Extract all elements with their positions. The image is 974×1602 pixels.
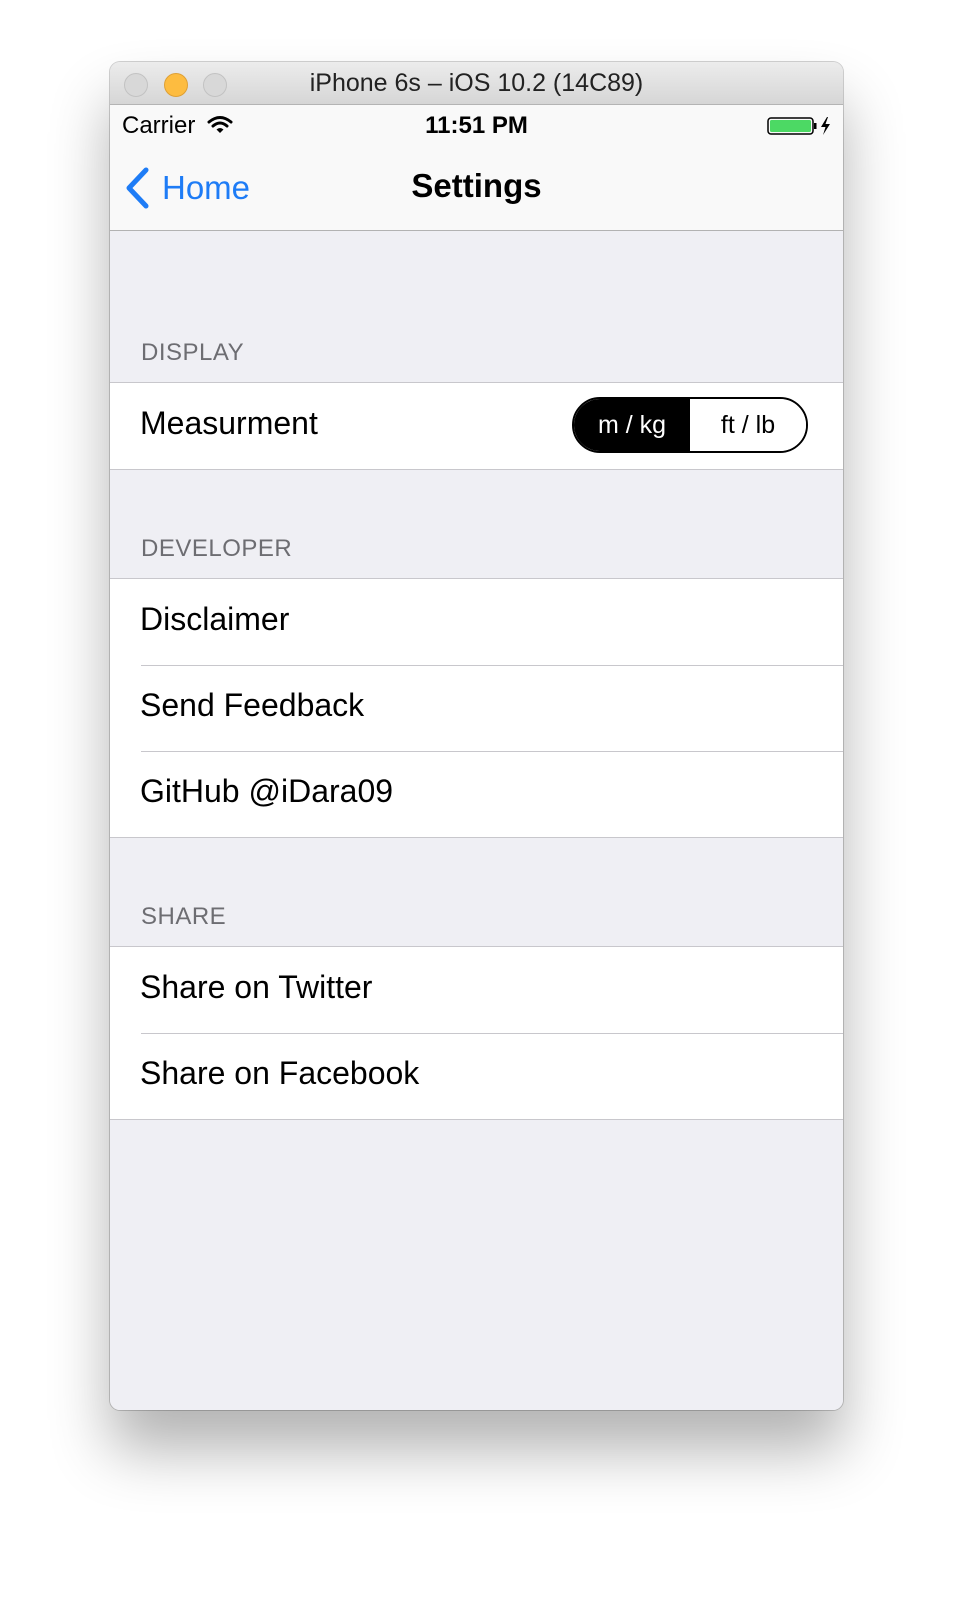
section-header-display: DISPLAY (141, 339, 245, 366)
segment-metric[interactable]: m / kg (574, 399, 690, 451)
section-header-developer: DEVELOPER (141, 535, 293, 562)
share-twitter-cell[interactable]: Share on Twitter (110, 947, 843, 1033)
segment-imperial[interactable]: ft / lb (690, 399, 806, 451)
disclaimer-label: Disclaimer (140, 601, 290, 637)
share-facebook-cell[interactable]: Share on Facebook (110, 1033, 843, 1119)
send-feedback-label: Send Feedback (140, 687, 365, 723)
battery-charging-icon (767, 117, 830, 135)
measurement-label: Measurment (140, 405, 318, 441)
simulator-window: iPhone 6s – iOS 10.2 (14C89) Carrier 11:… (110, 62, 843, 1410)
device-screen: Carrier 11:51 PM Home Settings DISPLAY M… (110, 105, 843, 1410)
share-facebook-label: Share on Facebook (140, 1055, 420, 1091)
measurement-segmented-control[interactable]: m / kg ft / lb (572, 397, 808, 453)
navigation-bar: Carrier 11:51 PM Home Settings (110, 105, 843, 231)
share-group: Share on Twitter Share on Facebook (110, 946, 843, 1120)
measurement-cell: Measurment m / kg ft / lb (110, 383, 843, 469)
disclaimer-cell[interactable]: Disclaimer (110, 579, 843, 665)
github-label: GitHub @iDara09 (140, 773, 394, 809)
share-twitter-label: Share on Twitter (140, 969, 373, 1005)
window-title: iPhone 6s – iOS 10.2 (14C89) (309, 69, 644, 97)
status-time: 11:51 PM (425, 112, 528, 139)
developer-group: Disclaimer Send Feedback GitHub @iDara09 (110, 578, 843, 838)
section-header-share: SHARE (141, 903, 227, 930)
github-cell[interactable]: GitHub @iDara09 (110, 751, 843, 837)
display-group: Measurment m / kg ft / lb (110, 382, 843, 470)
page-title: Settings (411, 167, 542, 204)
send-feedback-cell[interactable]: Send Feedback (110, 665, 843, 751)
window-titlebar[interactable]: iPhone 6s – iOS 10.2 (14C89) (110, 62, 843, 105)
